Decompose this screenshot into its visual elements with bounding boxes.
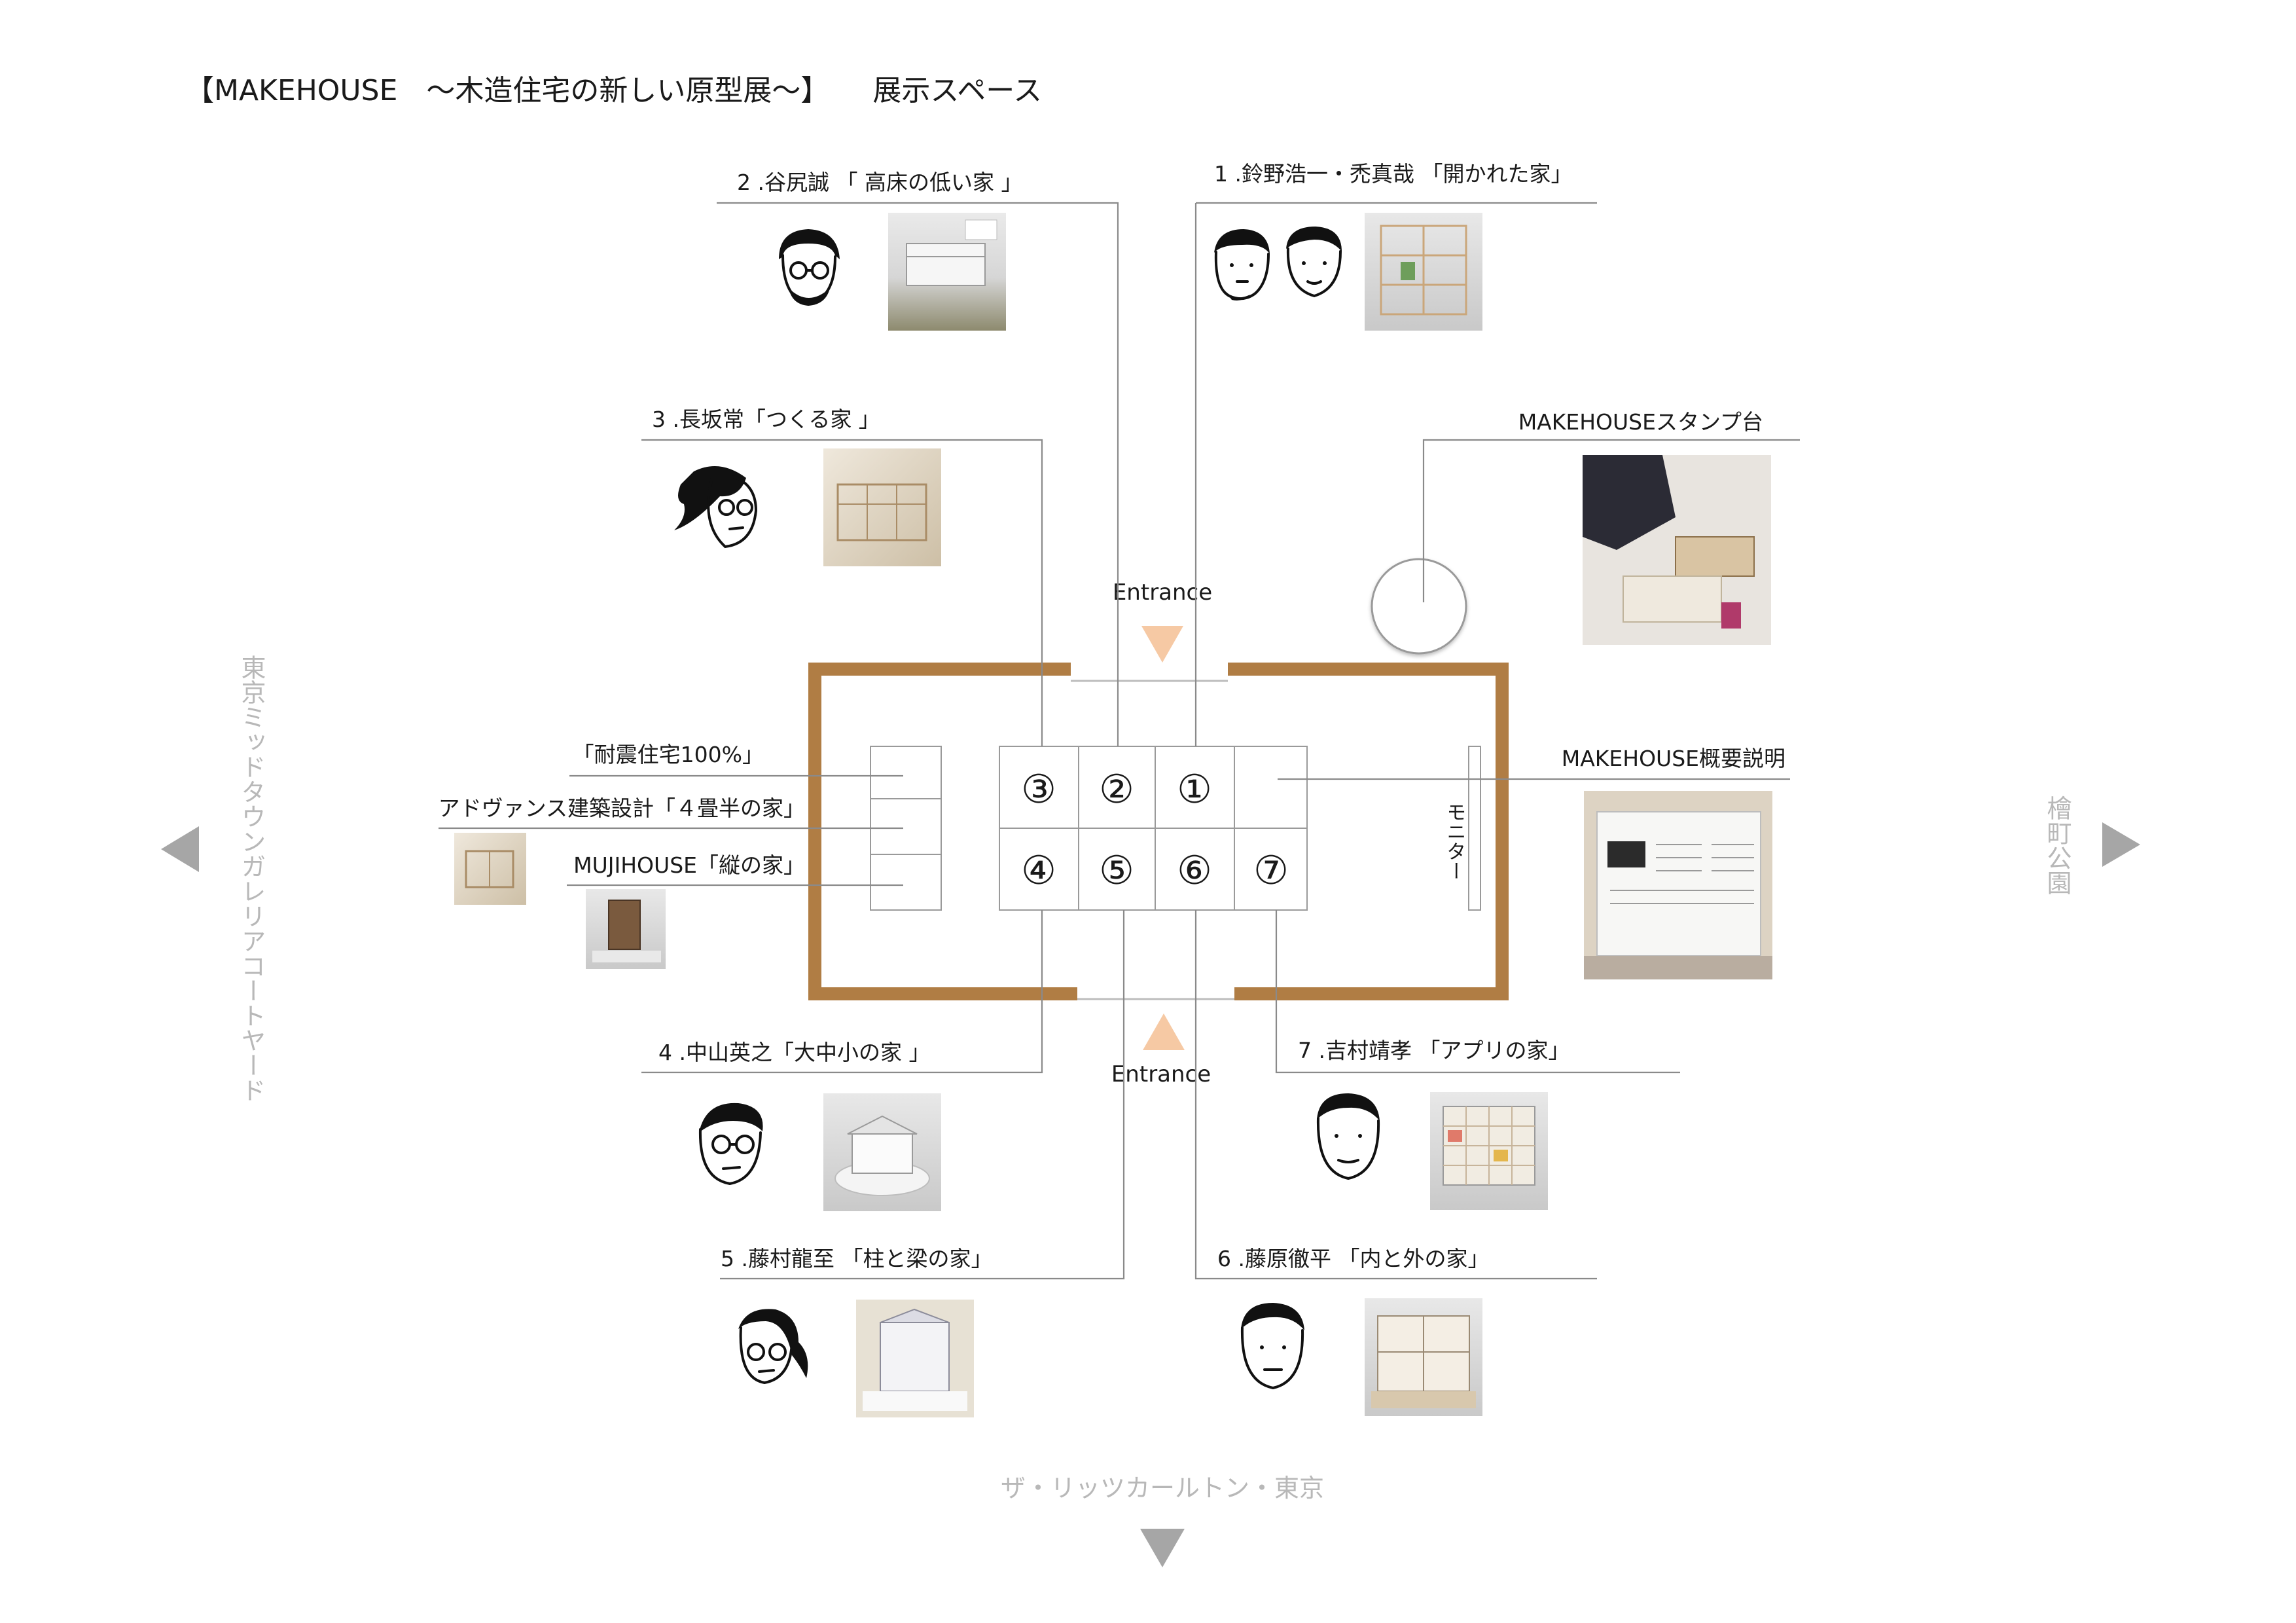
entrance-arrow-top bbox=[1141, 626, 1183, 663]
booth-number-2: ② bbox=[1099, 767, 1134, 812]
model-photo-3 bbox=[823, 448, 941, 566]
portrait-icon-3 bbox=[674, 466, 758, 549]
monitor-panel bbox=[1468, 746, 1481, 911]
exhibit-label-7: 7 .吉村靖孝 「アプリの家」 bbox=[1298, 1038, 1570, 1063]
stamp-photo bbox=[1583, 455, 1771, 645]
portrait-icon-5 bbox=[738, 1309, 808, 1385]
street-label-right: 檜町公園 bbox=[2043, 795, 2072, 895]
overview-label: MAKEHOUSE概要説明 bbox=[1562, 746, 1785, 771]
booth-number-3: ③ bbox=[1021, 767, 1056, 812]
street-label-bottom: ザ・リッツカールトン・東京 bbox=[1001, 1474, 1324, 1503]
street-label-left: 東京ミッドタウンガレリアコートヤード bbox=[237, 655, 266, 1103]
booth-number-4: ④ bbox=[1021, 848, 1056, 894]
booth-number-7: ⑦ bbox=[1253, 848, 1289, 894]
muji-label: MUJIHOUSE「縦の家」 bbox=[573, 852, 805, 878]
exhibit-label-4: 4 .中山英之「大中小の家 」 bbox=[658, 1040, 930, 1065]
taishin-label: 「耐震住宅100%」 bbox=[573, 742, 764, 767]
exhibit-label-2: 2 .谷尻誠 「 高床の低い家 」 bbox=[737, 170, 1022, 195]
direction-arrow-bottom bbox=[1140, 1529, 1185, 1567]
model-photo-7 bbox=[1430, 1092, 1548, 1210]
page-title: 【MAKEHOUSE ～木造住宅の新しい原型展～】 展示スペース bbox=[185, 74, 1042, 107]
entrance-gap-top bbox=[1071, 660, 1228, 682]
exhibition-room: ③ ② ① ④ ⑤ ⑥ ⑦ モニター bbox=[808, 660, 1509, 1003]
portrait-icon-4 bbox=[698, 1103, 763, 1186]
portrait-icon-2 bbox=[779, 229, 840, 306]
exhibition-floor-plan: 【MAKEHOUSE ～木造住宅の新しい原型展～】 展示スペース ③ ② ① ④… bbox=[161, 74, 2140, 1567]
model-photo-2 bbox=[888, 213, 1006, 331]
entrance-arrow-bottom bbox=[1143, 1013, 1185, 1050]
booth-number-5: ⑤ bbox=[1099, 848, 1134, 894]
model-photo-6 bbox=[1365, 1298, 1482, 1416]
exhibit-label-5: 5 .藤村龍至 「柱と梁の家」 bbox=[721, 1246, 992, 1271]
direction-arrow-left bbox=[161, 826, 199, 872]
direction-arrow-right bbox=[2102, 822, 2140, 867]
booth-number-6: ⑥ bbox=[1177, 848, 1212, 894]
muji-photo bbox=[586, 889, 666, 969]
stamp-label: MAKEHOUSEスタンプ台 bbox=[1518, 409, 1763, 435]
exhibit-label-3: 3 .長坂常「つくる家 」 bbox=[652, 407, 880, 432]
stamp-table bbox=[1371, 558, 1467, 655]
entrance-label-top: Entrance bbox=[1113, 579, 1212, 606]
portrait-icon-1a bbox=[1214, 229, 1270, 301]
model-photo-1 bbox=[1365, 213, 1482, 331]
monitor-label: モニター bbox=[1443, 802, 1466, 881]
exhibit-label-1: 1 .鈴野浩一・禿真哉 「開かれた家」 bbox=[1214, 161, 1572, 187]
booth-number-1: ① bbox=[1177, 767, 1212, 812]
overview-photo bbox=[1584, 791, 1772, 979]
model-photo-5 bbox=[856, 1300, 974, 1417]
model-photo-4 bbox=[823, 1093, 941, 1211]
leader-lines bbox=[439, 202, 1800, 1280]
portrait-icon-1b bbox=[1286, 227, 1342, 298]
advance-label: アドヴァンス建築設計「４畳半の家」 bbox=[439, 795, 805, 821]
portrait-icon-6 bbox=[1240, 1303, 1304, 1390]
advance-photo bbox=[454, 833, 526, 905]
exhibit-label-6: 6 .藤原徹平 「内と外の家」 bbox=[1217, 1246, 1489, 1271]
portrait-icon-7 bbox=[1316, 1093, 1380, 1180]
